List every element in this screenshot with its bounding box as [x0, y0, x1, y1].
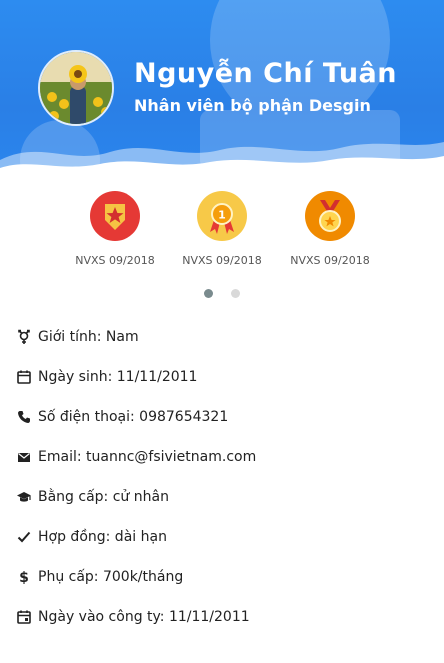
- info-start-date: Ngày vào công ty: 11/11/2011: [38, 609, 250, 625]
- info-birthday: Ngày sinh: 11/11/2011: [38, 369, 198, 385]
- info-row-phone: Số điện thoại: 0987654321: [16, 404, 228, 430]
- info-row-gender: Giới tính: Nam: [16, 324, 139, 350]
- badge-item[interactable]: NVXS 09/2018: [65, 190, 165, 267]
- svg-text:1: 1: [218, 209, 226, 222]
- info-row-email: Email: tuannc@fsivietnam.com: [16, 444, 256, 470]
- calendar-icon: [16, 369, 32, 385]
- carousel-pagination: [0, 283, 444, 298]
- orange-medal-icon: [304, 190, 356, 242]
- info-row-degree: Bằng cấp: cử nhân: [16, 484, 169, 510]
- graduation-cap-icon: [16, 489, 32, 505]
- badge-label: NVXS 09/2018: [75, 254, 155, 267]
- gold-ribbon-medal-icon: 1: [196, 190, 248, 242]
- avatar[interactable]: [38, 50, 114, 126]
- info-gender: Giới tính: Nam: [38, 329, 139, 345]
- badge-label: NVXS 09/2018: [182, 254, 262, 267]
- header-wave: [0, 142, 444, 180]
- pagination-dot-2[interactable]: [230, 289, 240, 298]
- dollar-icon: $: [16, 569, 32, 585]
- info-row-allowance: $ Phụ cấp: 700k/tháng: [16, 564, 183, 590]
- info-phone[interactable]: Số điện thoại: 0987654321: [38, 409, 228, 425]
- badge-carousel[interactable]: NVXS 09/2018 1 NVXS 09/2018 NVXS 09/2018: [0, 190, 444, 270]
- badge-item[interactable]: 1 NVXS 09/2018: [172, 190, 272, 267]
- svg-text:$: $: [19, 570, 29, 585]
- employee-name: Nguyễn Chí Tuân: [134, 58, 397, 89]
- gender-icon: [16, 329, 32, 345]
- phone-icon: [16, 409, 32, 425]
- red-star-badge-icon: [89, 190, 141, 242]
- info-contract: Hợp đồng: dài hạn: [38, 529, 167, 545]
- info-email[interactable]: Email: tuannc@fsivietnam.com: [38, 449, 256, 465]
- info-allowance: Phụ cấp: 700k/tháng: [38, 569, 184, 585]
- pagination-dot-1[interactable]: [204, 289, 214, 298]
- calendar-start-icon: [16, 609, 32, 625]
- badge-item[interactable]: NVXS 09/2018: [280, 190, 380, 267]
- info-row-start-date: Ngày vào công ty: 11/11/2011: [16, 604, 250, 630]
- info-degree: Bằng cấp: cử nhân: [38, 489, 169, 505]
- info-row-birthday: Ngày sinh: 11/11/2011: [16, 364, 197, 390]
- profile-header: Nguyễn Chí Tuân Nhân viên bộ phận Desgin: [0, 0, 444, 180]
- checkmark-icon: [16, 529, 32, 545]
- email-icon: [16, 449, 32, 465]
- badge-label: NVXS 09/2018: [290, 254, 370, 267]
- employee-role: Nhân viên bộ phận Desgin: [134, 96, 371, 115]
- info-row-contract: Hợp đồng: dài hạn: [16, 524, 167, 550]
